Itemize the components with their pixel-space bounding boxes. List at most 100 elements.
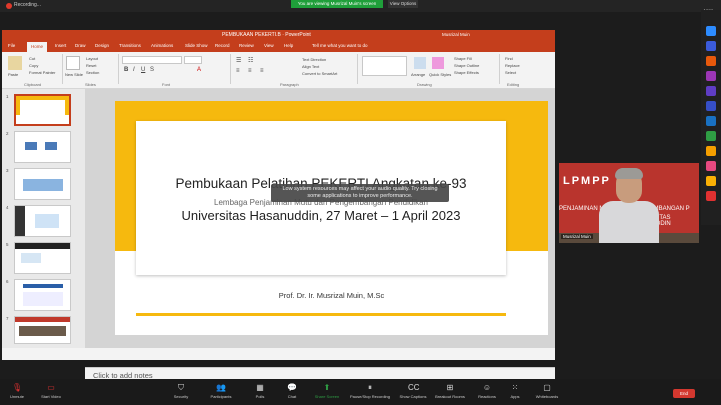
- shape-effects-button[interactable]: Shape Effects: [454, 70, 479, 75]
- view-options-button[interactable]: View Options: [388, 0, 418, 8]
- font-size-select[interactable]: [184, 56, 202, 64]
- bold-icon[interactable]: B: [124, 67, 128, 73]
- align-right-icon[interactable]: ≡: [260, 68, 264, 74]
- chat-button[interactable]: 💬 Chat: [275, 381, 309, 403]
- font-name-select[interactable]: [122, 56, 182, 64]
- paste-button[interactable]: Paste: [8, 72, 18, 77]
- start-video-button[interactable]: ▭ Start Video: [34, 381, 68, 403]
- app-icon[interactable]: [706, 131, 716, 141]
- tab-help[interactable]: Help: [284, 43, 293, 48]
- numbering-icon[interactable]: ☷: [248, 57, 253, 64]
- shape-outline-button[interactable]: Shape Outline: [454, 63, 479, 68]
- align-left-icon[interactable]: ≡: [236, 68, 240, 74]
- cut-button[interactable]: Cut: [29, 56, 35, 61]
- app-icon[interactable]: [706, 161, 716, 171]
- shape-fill-button[interactable]: Shape Fill: [454, 56, 472, 61]
- tab-view[interactable]: View: [264, 43, 274, 48]
- participants-button[interactable]: 👥 Participants: [204, 381, 238, 403]
- thumbnail-slide-4[interactable]: [14, 205, 71, 237]
- section-button[interactable]: Section: [86, 70, 99, 75]
- app-icon[interactable]: [706, 191, 716, 201]
- polls-button[interactable]: ▦ Polls: [243, 381, 277, 403]
- ppt-window-title: PEMBUKAAN PEKERTI.B · PowerPoint: [222, 32, 311, 38]
- app-icon[interactable]: [706, 176, 716, 186]
- end-meeting-button[interactable]: End: [673, 389, 695, 398]
- thumbnail-slide-2[interactable]: [14, 131, 71, 163]
- thumb-number: 1: [6, 94, 9, 99]
- tab-design[interactable]: Design: [95, 43, 109, 48]
- strikethrough-icon[interactable]: S: [150, 67, 154, 73]
- app-icon[interactable]: [706, 56, 716, 66]
- quick-styles-button[interactable]: Quick Styles: [429, 72, 451, 77]
- tab-transitions[interactable]: Transitions: [119, 43, 141, 48]
- font-color-icon[interactable]: A: [197, 67, 201, 73]
- unmute-button[interactable]: 🎙 Unmute: [0, 381, 34, 403]
- convert-smartart-button[interactable]: Convert to SmartArt: [302, 71, 337, 76]
- security-button[interactable]: ⛉ Security: [164, 381, 198, 403]
- thumbnail-slide-3[interactable]: [14, 168, 71, 200]
- thumb-number: 2: [6, 131, 9, 136]
- thumbnail-slide-6[interactable]: [14, 279, 71, 311]
- reset-button[interactable]: Reset: [86, 63, 96, 68]
- tab-record[interactable]: Record: [215, 43, 230, 48]
- paste-icon[interactable]: [8, 56, 22, 70]
- zoom-meeting-window: Recording... You are viewing Musrizal Mu…: [0, 0, 721, 405]
- tab-insert[interactable]: Insert: [55, 43, 66, 48]
- tab-animations[interactable]: Animations: [151, 43, 173, 48]
- format-painter-button[interactable]: Format Painter: [29, 70, 55, 75]
- tab-slide-show[interactable]: Slide Show: [185, 43, 208, 48]
- poll-icon: ▦: [256, 383, 264, 392]
- apps-dock: [701, 10, 721, 225]
- tab-draw[interactable]: Draw: [75, 43, 86, 48]
- find-button[interactable]: Find: [505, 56, 513, 61]
- new-slide-button[interactable]: New Slide: [65, 72, 83, 77]
- apps-icon: ⁙: [511, 383, 519, 392]
- apps-button[interactable]: ⁙ Apps: [498, 381, 532, 403]
- whiteboards-button[interactable]: ▢ Whiteboards: [530, 381, 564, 403]
- select-button[interactable]: Select: [505, 70, 516, 75]
- share-screen-button[interactable]: ⬆ Share Screen: [310, 381, 344, 403]
- align-text-button[interactable]: Align Text: [302, 64, 319, 69]
- app-icon[interactable]: [706, 116, 716, 126]
- quick-styles-icon[interactable]: [432, 57, 444, 69]
- text-direction-button[interactable]: Text Direction: [302, 57, 326, 62]
- pause-stop-recording-button[interactable]: ⏸ Pause/Stop Recording: [349, 381, 391, 403]
- bullets-icon[interactable]: ☰: [236, 57, 241, 64]
- record-icon: ⏸: [368, 383, 372, 392]
- app-icon[interactable]: [706, 71, 716, 81]
- app-icon[interactable]: [706, 41, 716, 51]
- zoom-top-bar: Recording... You are viewing Musrizal Mu…: [0, 0, 721, 12]
- shapes-gallery[interactable]: [362, 56, 407, 76]
- thumbnail-slide-7[interactable]: [14, 316, 71, 344]
- video-off-icon: ▭: [47, 383, 55, 392]
- copy-button[interactable]: Copy: [29, 63, 38, 68]
- current-slide[interactable]: Pembukaan Pelatihan PEKERTI Angkatan ke-…: [115, 101, 548, 335]
- app-icon[interactable]: [706, 101, 716, 111]
- underline-icon[interactable]: U: [141, 67, 145, 73]
- align-center-icon[interactable]: ≡: [248, 68, 252, 74]
- replace-button[interactable]: Replace: [505, 63, 520, 68]
- layout-button[interactable]: Layout: [86, 56, 98, 61]
- italic-icon[interactable]: I: [133, 67, 135, 73]
- app-icon[interactable]: [706, 26, 716, 36]
- tab-file[interactable]: File: [8, 43, 15, 48]
- show-captions-button[interactable]: CC Show Captions: [396, 381, 430, 403]
- thumb-number: 3: [6, 168, 9, 173]
- tab-home[interactable]: Home: [27, 42, 48, 52]
- tab-review[interactable]: Review: [239, 43, 254, 48]
- new-slide-icon[interactable]: [66, 56, 80, 70]
- app-icon[interactable]: [706, 146, 716, 156]
- arrange-icon[interactable]: [414, 57, 426, 69]
- recording-label: Recording...: [14, 2, 41, 8]
- app-icon[interactable]: [706, 86, 716, 96]
- arrange-button[interactable]: Arrange: [411, 72, 425, 77]
- participant-hair: [615, 168, 643, 179]
- ribbon-home: Paste Cut Copy Format Painter Clipboard …: [2, 52, 555, 89]
- tell-me-search[interactable]: Tell me what you want to do: [312, 43, 368, 48]
- thumbnail-slide-5[interactable]: [14, 242, 71, 274]
- breakout-rooms-button[interactable]: ⊞ Breakout Rooms: [433, 381, 467, 403]
- participant-video[interactable]: LPMPP PENJAMINAN MUTU DAN PENGEMBANGAN P…: [559, 163, 699, 243]
- breakout-icon: ⊞: [446, 383, 454, 392]
- group-font: Font: [162, 82, 171, 87]
- thumbnail-slide-1[interactable]: [14, 94, 71, 126]
